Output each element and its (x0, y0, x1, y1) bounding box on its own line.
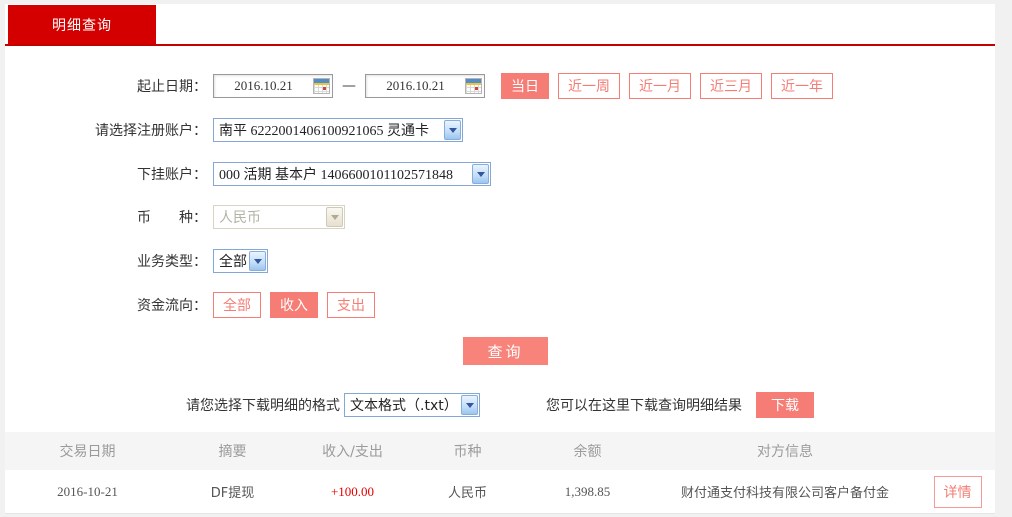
quick-range-week-button[interactable]: 近一周 (558, 73, 620, 99)
cell-date: 2016-10-21 (57, 483, 118, 499)
quick-range-today-button[interactable]: 当日 (501, 73, 549, 99)
date-range-row: 起止日期： 2016.10.21 — 2016.10.21 当日 近一周 近一月… (5, 70, 995, 102)
start-date-value: 2016.10.21 (234, 78, 293, 93)
calendar-icon[interactable] (465, 78, 482, 94)
tab-underline (5, 44, 995, 46)
tab-detail-query[interactable]: 明细查询 (8, 5, 156, 44)
download-format-select[interactable]: 文本格式（.txt） (344, 393, 480, 417)
cell-summary: DF提现 (210, 486, 255, 501)
date-range-label: 起止日期： (137, 79, 207, 95)
business-type-label: 业务类型： (137, 254, 207, 270)
cell-amount: +100.00 (330, 483, 375, 499)
chevron-down-icon[interactable] (472, 164, 489, 184)
currency-row: 币 种： 人民币 (5, 201, 995, 233)
sub-account-select[interactable]: 000 活期 基本户 1406600101102571848 (213, 162, 491, 186)
fund-flow-label: 资金流向： (137, 298, 207, 314)
fund-flow-all-button[interactable]: 全部 (213, 292, 261, 318)
date-separator: — (342, 78, 356, 94)
end-date-value: 2016.10.21 (386, 78, 445, 93)
column-header-currency: 币种 (453, 444, 482, 460)
column-header-summary: 摘要 (218, 444, 247, 460)
table-header-row: 交易日期 摘要 收入/支出 币种 余额 对方信息 (5, 432, 995, 470)
download-format-label: 请您选择下载明细的格式 (186, 398, 340, 414)
start-date-input[interactable]: 2016.10.21 (213, 74, 333, 98)
register-account-value: 南平 6222001406100921065 灵通卡 (219, 124, 429, 139)
chevron-down-icon[interactable] (444, 120, 461, 140)
business-type-value: 全部 (219, 254, 247, 270)
cell-balance: 1,398.85 (564, 483, 611, 499)
table-row: 2016-10-21 DF提现 +100.00 人民币 1,398.85 财付通… (5, 470, 995, 514)
end-date-input[interactable]: 2016.10.21 (365, 74, 485, 98)
chevron-down-icon[interactable] (249, 251, 266, 271)
quick-range-month-button[interactable]: 近一月 (629, 73, 691, 99)
sub-account-label: 下挂账户： (137, 167, 207, 183)
calendar-dot (323, 87, 326, 90)
download-hint: 您可以在这里下载查询明细结果 (546, 398, 742, 414)
detail-button[interactable]: 详情 (933, 475, 982, 508)
column-header-amount: 收入/支出 (322, 444, 383, 460)
cell-action: 详情 (920, 475, 995, 508)
calendar-icon[interactable] (313, 78, 330, 94)
quick-range-quarter-button[interactable]: 近三月 (700, 73, 762, 99)
register-account-row: 请选择注册账户： 南平 6222001406100921065 灵通卡 (5, 114, 995, 146)
currency-value: 人民币 (219, 210, 261, 226)
chevron-down-icon[interactable] (461, 395, 478, 415)
fund-flow-income-button[interactable]: 收入 (270, 292, 318, 318)
download-row: 请您选择下载明细的格式 文本格式（.txt） 您可以在这里下载查询明细结果 下载 (5, 389, 995, 421)
sub-account-row: 下挂账户： 000 活期 基本户 1406600101102571848 (5, 158, 995, 190)
quick-range-year-button[interactable]: 近一年 (771, 73, 833, 99)
column-header-counterparty: 对方信息 (757, 444, 813, 460)
fund-flow-row: 资金流向： 全部 收入 支出 (5, 289, 995, 321)
business-type-select[interactable]: 全部 (213, 249, 268, 273)
download-format-value: 文本格式（.txt） (350, 398, 458, 414)
register-account-label: 请选择注册账户： (95, 123, 207, 139)
currency-select: 人民币 (213, 205, 345, 229)
sub-account-value: 000 活期 基本户 1406600101102571848 (219, 168, 453, 183)
tab-label: 明细查询 (52, 17, 112, 34)
fund-flow-expense-button[interactable]: 支出 (327, 292, 375, 318)
cell-counterparty: 财付通支付科技有限公司客户备付金 (680, 486, 889, 501)
column-header-date: 交易日期 (59, 444, 116, 460)
content-panel: 明细查询 起止日期： 2016.10.21 — 2016.10.21 当日 近一… (5, 4, 995, 514)
chevron-down-icon (326, 207, 343, 227)
calendar-dot (475, 87, 478, 90)
query-button[interactable]: 查询 (463, 337, 548, 365)
cell-currency: 人民币 (447, 486, 487, 501)
column-header-balance: 余额 (573, 444, 602, 460)
register-account-select[interactable]: 南平 6222001406100921065 灵通卡 (213, 118, 463, 142)
currency-label: 币 种： (137, 210, 207, 226)
results-table: 交易日期 摘要 收入/支出 币种 余额 对方信息 2016-10-21 DF提现… (5, 432, 995, 514)
download-button[interactable]: 下载 (756, 392, 814, 418)
business-type-row: 业务类型： 全部 (5, 245, 995, 277)
